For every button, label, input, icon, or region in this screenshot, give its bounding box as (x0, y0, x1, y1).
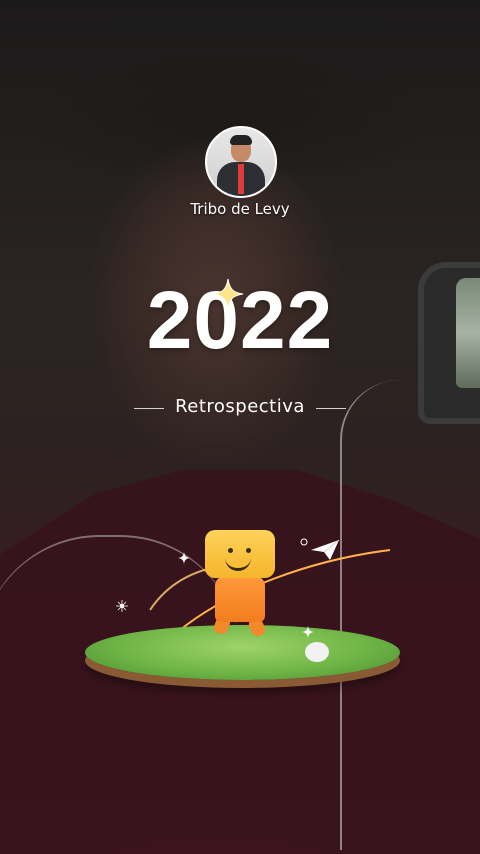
small-sparkle-icon (302, 626, 314, 638)
grass-island (85, 625, 400, 680)
four-point-star-icon (212, 278, 244, 310)
character-eye-left (228, 548, 233, 553)
avatar[interactable] (205, 126, 277, 198)
small-star-icon (116, 600, 128, 612)
retrospective-illustration (80, 520, 410, 700)
chick (305, 642, 329, 662)
avatar-hair (230, 135, 252, 145)
small-sparkle-icon (178, 552, 190, 564)
subtitle: Retrospectiva (175, 396, 305, 417)
small-circle-icon (300, 538, 308, 546)
username[interactable]: Tribo de Levy (0, 200, 480, 218)
character-eye-right (246, 548, 251, 553)
divider-right (316, 408, 346, 409)
paper-plane-icon (311, 539, 340, 560)
character-body (215, 576, 265, 622)
avatar-tie (238, 164, 244, 194)
subtitle-row: Retrospectiva (130, 396, 350, 420)
